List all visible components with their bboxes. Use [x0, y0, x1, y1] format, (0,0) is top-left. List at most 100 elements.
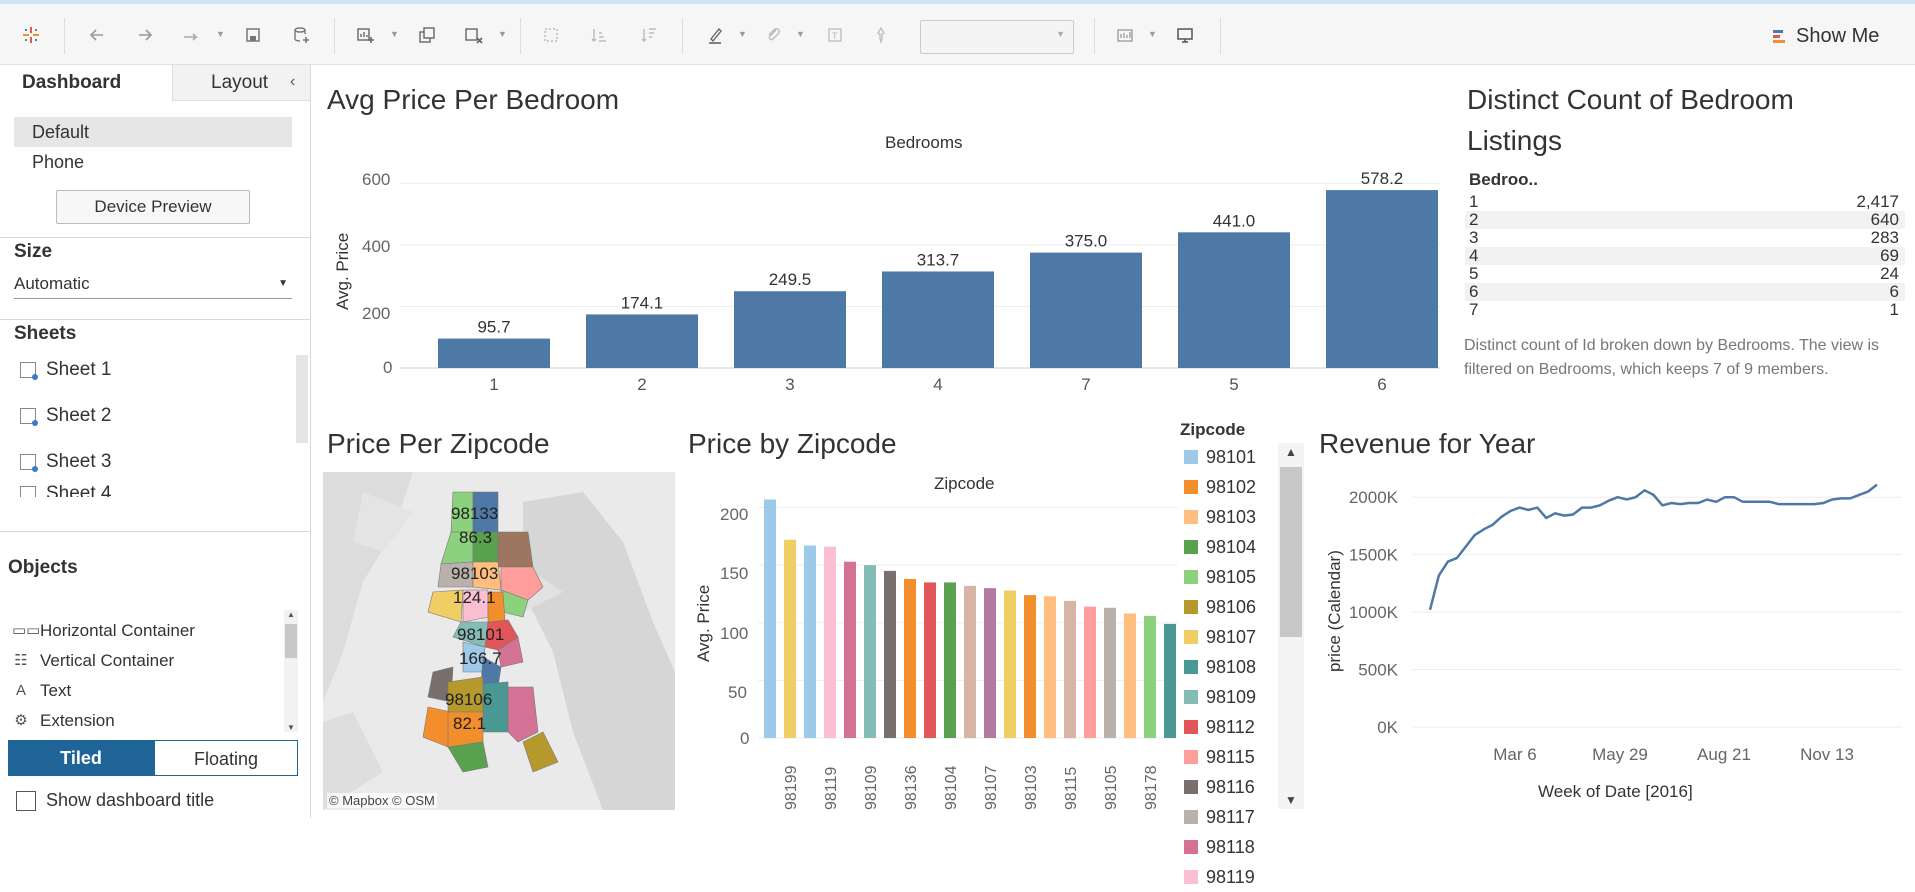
bar[interactable] [804, 545, 816, 738]
object-vertical-container[interactable]: ☷ Vertical Container [12, 648, 174, 674]
floating-button[interactable]: Floating [154, 740, 298, 776]
bar[interactable] [764, 499, 776, 738]
size-select[interactable]: Automatic ▼ [14, 270, 292, 299]
replay-dropdown-arrow[interactable]: ▼ [216, 29, 225, 39]
show-me-button[interactable]: Show Me [1772, 22, 1879, 50]
bar[interactable] [1030, 252, 1142, 368]
revenue-series-line[interactable] [1428, 483, 1878, 611]
new-worksheet-icon[interactable] [352, 22, 378, 48]
show-labels-icon[interactable]: T [822, 22, 848, 48]
bar[interactable] [882, 271, 994, 368]
legend-item[interactable]: 98116 [1184, 772, 1255, 802]
bar[interactable] [1104, 607, 1116, 738]
presentation-mode-icon[interactable] [1172, 22, 1198, 48]
device-option-default[interactable]: Default [14, 117, 292, 147]
legend-item[interactable]: 98109 [1184, 682, 1256, 712]
bar[interactable] [1124, 613, 1136, 738]
sheet-item[interactable]: Sheet 2 [20, 401, 112, 431]
replay-icon[interactable] [178, 22, 204, 48]
bar[interactable] [1084, 606, 1096, 738]
legend-item[interactable]: 98112 [1184, 712, 1255, 742]
sheets-scrollbar[interactable] [296, 355, 308, 443]
duplicate-sheet-icon[interactable] [414, 22, 440, 48]
scroll-thumb[interactable] [1280, 467, 1302, 637]
legend-item[interactable]: 98105 [1184, 562, 1256, 592]
tab-dashboard[interactable]: Dashboard [0, 65, 172, 101]
tiled-button[interactable]: Tiled [8, 740, 154, 776]
new-worksheet-dropdown-arrow[interactable]: ▼ [390, 29, 399, 39]
table-row[interactable]: 4 69 [1465, 247, 1905, 265]
table-row[interactable]: 1 2,417 [1465, 193, 1905, 211]
table-row[interactable]: 66 [1465, 283, 1905, 301]
bar[interactable] [944, 582, 956, 738]
show-title-checkbox-row[interactable]: Show dashboard title [16, 790, 214, 811]
bar[interactable] [964, 585, 976, 738]
map-credit[interactable]: © Mapbox © OSM [327, 793, 437, 808]
legend-item[interactable]: 98104 [1184, 532, 1256, 562]
bar[interactable] [904, 578, 916, 738]
bar[interactable] [586, 314, 698, 368]
highlight-icon[interactable] [702, 22, 728, 48]
legend-item[interactable]: 98117 [1184, 802, 1255, 832]
show-cards-dropdown-arrow[interactable]: ▼ [1148, 29, 1157, 39]
undo-icon[interactable] [84, 22, 110, 48]
scroll-up-icon[interactable]: ▲ [1285, 445, 1297, 459]
object-horizontal-container[interactable]: ▭▭ Horizontal Container [12, 618, 195, 644]
legend-item[interactable]: 98108 [1184, 652, 1256, 682]
bar[interactable] [844, 561, 856, 738]
clear-sheet-dropdown-arrow[interactable]: ▼ [498, 29, 507, 39]
legend-item[interactable]: 98115 [1184, 742, 1255, 772]
collapse-pane-icon[interactable]: ‹ [290, 73, 295, 91]
bar[interactable] [1164, 623, 1176, 738]
bar[interactable] [1024, 595, 1036, 738]
table-row[interactable]: 2 640 [1465, 211, 1905, 229]
bar[interactable] [884, 570, 896, 738]
scroll-down-icon[interactable]: ▼ [1285, 793, 1297, 807]
legend-item[interactable]: 98103 [1184, 502, 1256, 532]
sort-ascending-icon[interactable] [586, 22, 612, 48]
bar[interactable] [1064, 600, 1076, 738]
fix-axes-icon[interactable] [868, 22, 894, 48]
bar[interactable] [1044, 596, 1056, 738]
bar[interactable] [984, 588, 996, 738]
bar[interactable] [824, 546, 836, 738]
bar[interactable] [438, 338, 550, 368]
bar[interactable] [1144, 615, 1156, 738]
group-members-icon[interactable] [760, 22, 786, 48]
redo-icon[interactable] [132, 22, 158, 48]
legend-item[interactable]: 98119 [1184, 862, 1255, 892]
device-option-phone[interactable]: Phone [14, 147, 292, 177]
table-row[interactable]: 71 [1465, 301, 1905, 319]
legend-item[interactable]: 98106 [1184, 592, 1256, 622]
sheet-item[interactable]: Sheet 3 [20, 447, 112, 477]
zipcode-map[interactable]: 98133 86.3 98103 124.1 98101 166.7 98106… [323, 472, 675, 810]
object-text[interactable]: A Text [12, 678, 71, 704]
save-icon[interactable] [240, 22, 266, 48]
bar[interactable] [1004, 590, 1016, 738]
bar[interactable] [864, 565, 876, 738]
fit-select[interactable]: ▼ [920, 20, 1074, 54]
bar[interactable] [924, 582, 936, 738]
highlight-dropdown-arrow[interactable]: ▼ [738, 29, 747, 39]
show-title-checkbox[interactable] [16, 790, 36, 811]
objects-scrollbar[interactable]: ▲ ▼ [284, 610, 298, 732]
table-row[interactable]: 5 24 [1465, 265, 1905, 283]
object-extension[interactable]: ⚙ Extension [12, 708, 114, 734]
bar[interactable] [1178, 232, 1290, 368]
sheet-item[interactable]: Sheet 1 [20, 355, 112, 385]
legend-item[interactable]: 98118 [1184, 832, 1255, 862]
sort-descending-icon[interactable] [636, 22, 662, 48]
show-cards-icon[interactable] [1112, 22, 1138, 48]
tableau-logo-icon[interactable] [18, 22, 44, 48]
legend-scrollbar[interactable]: ▲ ▼ [1278, 443, 1304, 809]
swap-rows-columns-icon[interactable] [538, 22, 564, 48]
bar[interactable] [784, 539, 796, 738]
legend-item[interactable]: 98107 [1184, 622, 1256, 652]
bar[interactable] [1326, 190, 1438, 368]
legend-item[interactable]: 98102 [1184, 472, 1256, 502]
table-row[interactable]: 3 283 [1465, 229, 1905, 247]
new-data-source-icon[interactable] [288, 22, 314, 48]
bar[interactable] [734, 291, 846, 368]
legend-item[interactable]: 98101 [1184, 442, 1256, 472]
device-preview-button[interactable]: Device Preview [56, 190, 250, 224]
